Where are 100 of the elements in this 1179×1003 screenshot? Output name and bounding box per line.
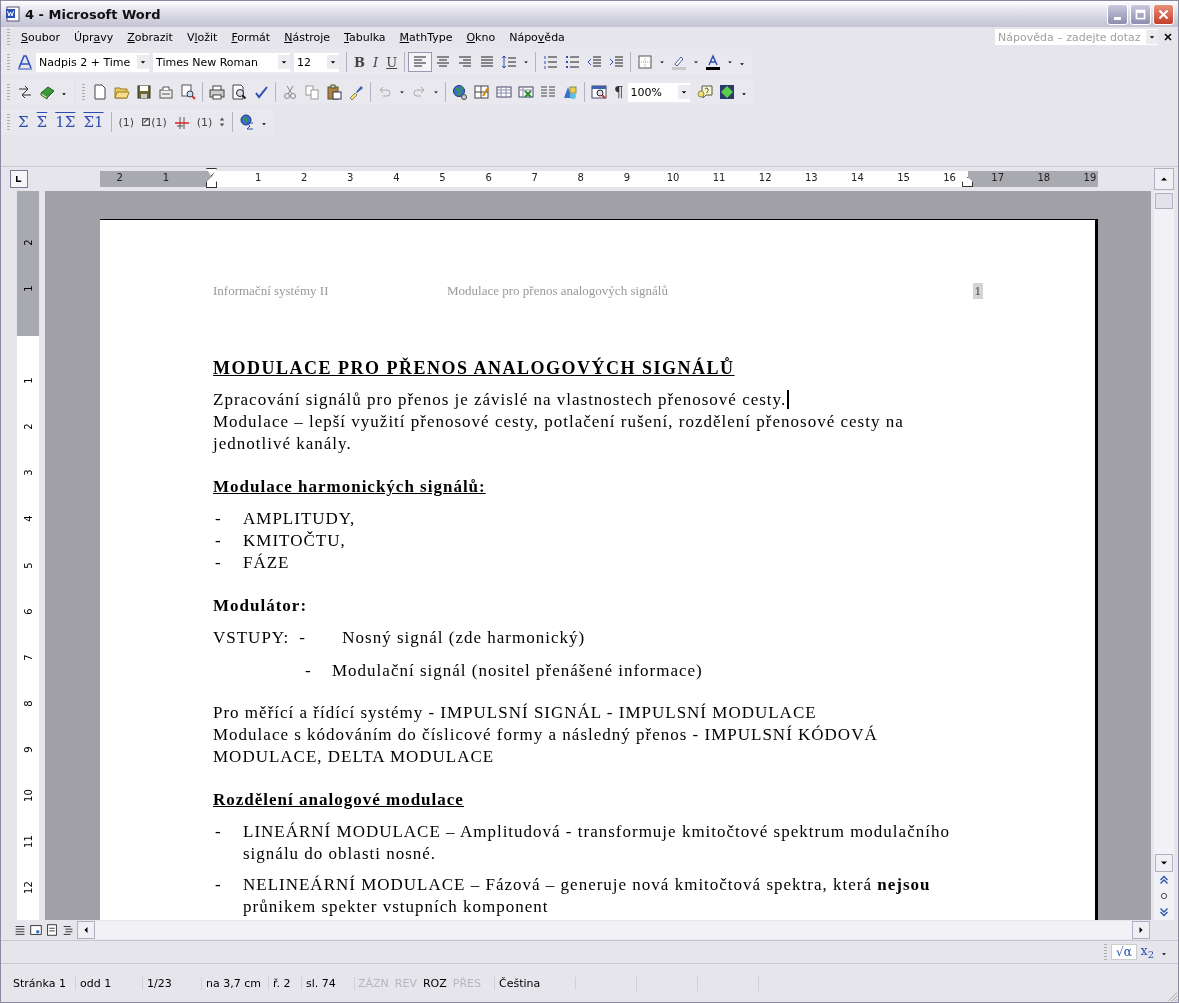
outdent-icon[interactable] — [586, 54, 603, 70]
menu-item[interactable]: Zobrazit — [120, 28, 180, 46]
font-color-icon[interactable] — [705, 54, 722, 70]
equation-sum-button[interactable]: Σ — [14, 111, 33, 133]
sum-globe-icon[interactable] — [239, 114, 256, 130]
pane-close-icon[interactable] — [1162, 31, 1174, 43]
menu-item[interactable]: Nástroje — [277, 28, 338, 46]
menu-item[interactable]: Okno — [459, 28, 503, 46]
scroll-left-button[interactable] — [77, 921, 95, 939]
status-mode[interactable]: ROZ — [419, 976, 450, 990]
indent-icon[interactable] — [608, 54, 625, 70]
renumber-icon[interactable] — [173, 114, 190, 130]
columns-icon[interactable] — [540, 84, 556, 100]
menu-item[interactable]: Soubor — [14, 28, 67, 46]
caret-icon — [278, 55, 290, 69]
print-view-icon[interactable] — [45, 923, 59, 937]
scroll-thumb[interactable] — [1155, 193, 1173, 209]
align-left-icon[interactable] — [412, 54, 429, 70]
menu-item[interactable]: Nápověda — [502, 28, 572, 46]
printer-icon[interactable] — [209, 84, 225, 100]
scroll-right-button[interactable] — [1132, 921, 1150, 939]
maximize-icon — [1134, 7, 1147, 21]
web-view-icon[interactable] — [29, 923, 43, 937]
scissors-icon[interactable] — [282, 84, 298, 100]
search-icon[interactable] — [180, 84, 196, 100]
equation-sum-button[interactable]: Σ1 — [79, 111, 108, 133]
menu-item[interactable]: Úpravy — [66, 28, 121, 46]
align-right-icon[interactable] — [457, 54, 474, 70]
ruler-number: 7 — [531, 172, 538, 183]
paste-icon[interactable] — [326, 84, 342, 100]
help-search-field[interactable]: Nápověda – zadejte dotaz — [995, 29, 1158, 45]
spreadsheet-icon[interactable] — [518, 84, 534, 100]
heading: Modulace harmonických signálů: — [213, 476, 487, 498]
style-icon[interactable] — [17, 54, 33, 70]
equation-number-button[interactable]: (1) — [114, 111, 139, 133]
formatting-marks-button[interactable]: ¶ — [610, 81, 628, 103]
ruler-number: 8 — [577, 172, 584, 183]
highlighter-icon[interactable] — [671, 54, 688, 70]
numbered-list-icon[interactable] — [542, 54, 559, 70]
equation-sum-button[interactable]: Σ — [32, 111, 52, 133]
vertical-scrollbar[interactable] — [1154, 191, 1174, 920]
tab-stop-selector[interactable] — [10, 170, 28, 188]
table-icon[interactable] — [496, 84, 512, 100]
indent-marker[interactable] — [206, 168, 217, 188]
brush-icon[interactable] — [348, 84, 364, 100]
font-size-dropdown[interactable]: 12 — [294, 52, 339, 72]
zoom-dropdown[interactable]: 100% — [627, 82, 690, 102]
insert-reference-button[interactable]: (1) — [138, 111, 171, 133]
paragraph: Modulace s kódováním do číslicové formy a následný přenos - IMPULSNÍ KÓDOVÁ MODULACE, DELTA MODULACE — [213, 725, 878, 766]
minimize-button[interactable] — [1107, 3, 1128, 25]
bold-button[interactable]: B — [350, 51, 369, 73]
bulleted-list-icon[interactable] — [564, 54, 581, 70]
close-button[interactable] — [1153, 3, 1174, 25]
math-button[interactable]: √α — [1111, 944, 1137, 960]
line-spacing-icon[interactable] — [501, 54, 518, 70]
math-button[interactable]: x$_{2}$ — [1136, 943, 1158, 961]
caret-icon — [677, 85, 690, 99]
help-icon[interactable] — [696, 84, 713, 100]
normal-view-icon[interactable] — [13, 923, 27, 937]
scroll-down-button[interactable] — [1155, 854, 1173, 872]
update-numbers-button[interactable]: (1) — [192, 111, 230, 133]
tables-borders-icon[interactable] — [474, 84, 490, 100]
next-page-icon[interactable] — [1157, 905, 1171, 919]
window-title: 4 - Microsoft Word — [25, 6, 161, 22]
list-item-text: AMPLITUDY, — [243, 508, 357, 530]
drawing-icon[interactable] — [562, 84, 578, 100]
italic-button[interactable]: I — [369, 51, 383, 73]
caret-icon — [327, 55, 339, 69]
border-icon[interactable] — [637, 54, 654, 70]
folder-icon[interactable] — [114, 84, 130, 100]
diamond-icon[interactable] — [718, 84, 735, 100]
globe-icon[interactable] — [452, 84, 468, 100]
book-icon[interactable] — [39, 84, 55, 100]
horizontal-scrollbar[interactable] — [77, 921, 1150, 939]
maximize-button[interactable] — [1130, 3, 1151, 25]
new-document-icon[interactable] — [92, 84, 108, 100]
inputs-label: VSTUPY: — [213, 627, 290, 649]
underline-button[interactable]: U — [382, 51, 402, 73]
menu-item[interactable]: Tabulka — [337, 28, 393, 46]
status-text: na 3,7 cm — [202, 976, 269, 990]
horizontal-ruler[interactable]: 2 1 1 2 3 4 5 6 7 8 9 10 11 12 13 14 15 16 17 18 19 — [100, 171, 1098, 187]
arrows-icon[interactable] — [17, 84, 33, 100]
ruler-number: 1 — [22, 284, 34, 294]
outline-view-icon[interactable] — [61, 923, 75, 937]
justify-icon[interactable] — [479, 54, 496, 70]
menu-item[interactable]: Vložit — [179, 28, 225, 46]
preview-icon[interactable] — [231, 84, 247, 100]
spelling-icon[interactable] — [253, 84, 269, 100]
equation-sum-button[interactable]: 1Σ — [51, 111, 80, 133]
list-item-text: KMITOČTU, — [243, 530, 347, 552]
style-dropdown[interactable]: Nadpis 2 + Time — [36, 52, 149, 72]
font-dropdown[interactable]: Times New Roman — [153, 52, 290, 72]
menu-item[interactable]: MathType — [392, 28, 460, 46]
save-icon[interactable] — [136, 84, 152, 100]
heading: MODULACE PRO PŘENOS ANALOGOVÝCH SIGNÁLŮ — [213, 357, 736, 379]
document-map-icon[interactable] — [591, 84, 607, 100]
align-center-icon[interactable] — [435, 54, 452, 70]
ruler-number: 2 — [301, 172, 308, 183]
menu-item[interactable]: Formát — [224, 28, 278, 46]
right-indent-marker[interactable] — [962, 177, 974, 187]
